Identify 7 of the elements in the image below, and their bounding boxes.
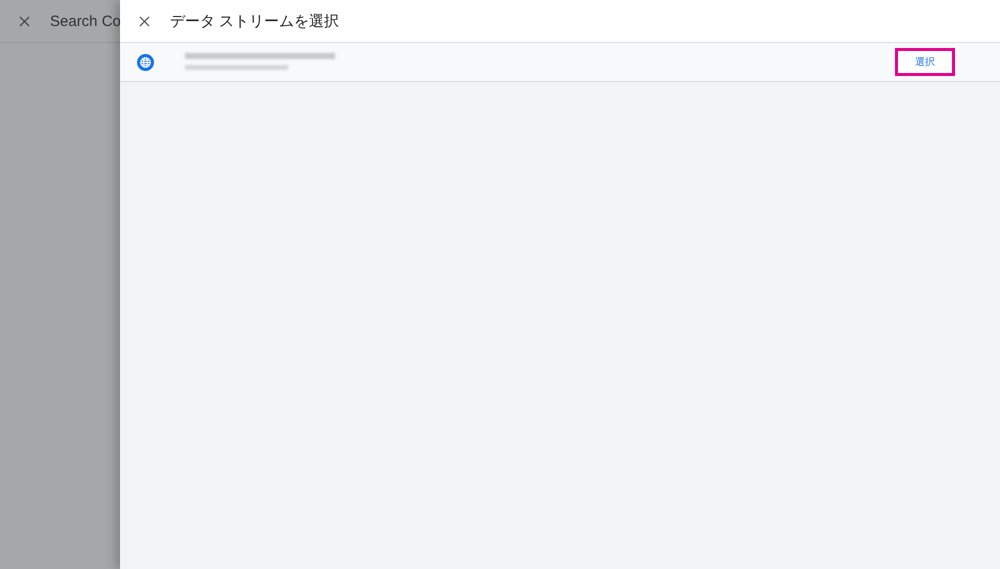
globe-icon	[137, 54, 154, 70]
close-icon[interactable]	[139, 16, 150, 26]
stream-row[interactable]: 選択	[120, 43, 1000, 82]
page-title: Search Co	[50, 12, 121, 30]
select-button[interactable]: 選択	[898, 51, 952, 73]
close-icon[interactable]	[19, 16, 30, 26]
panel-title: データ ストリームを選択	[170, 12, 340, 30]
